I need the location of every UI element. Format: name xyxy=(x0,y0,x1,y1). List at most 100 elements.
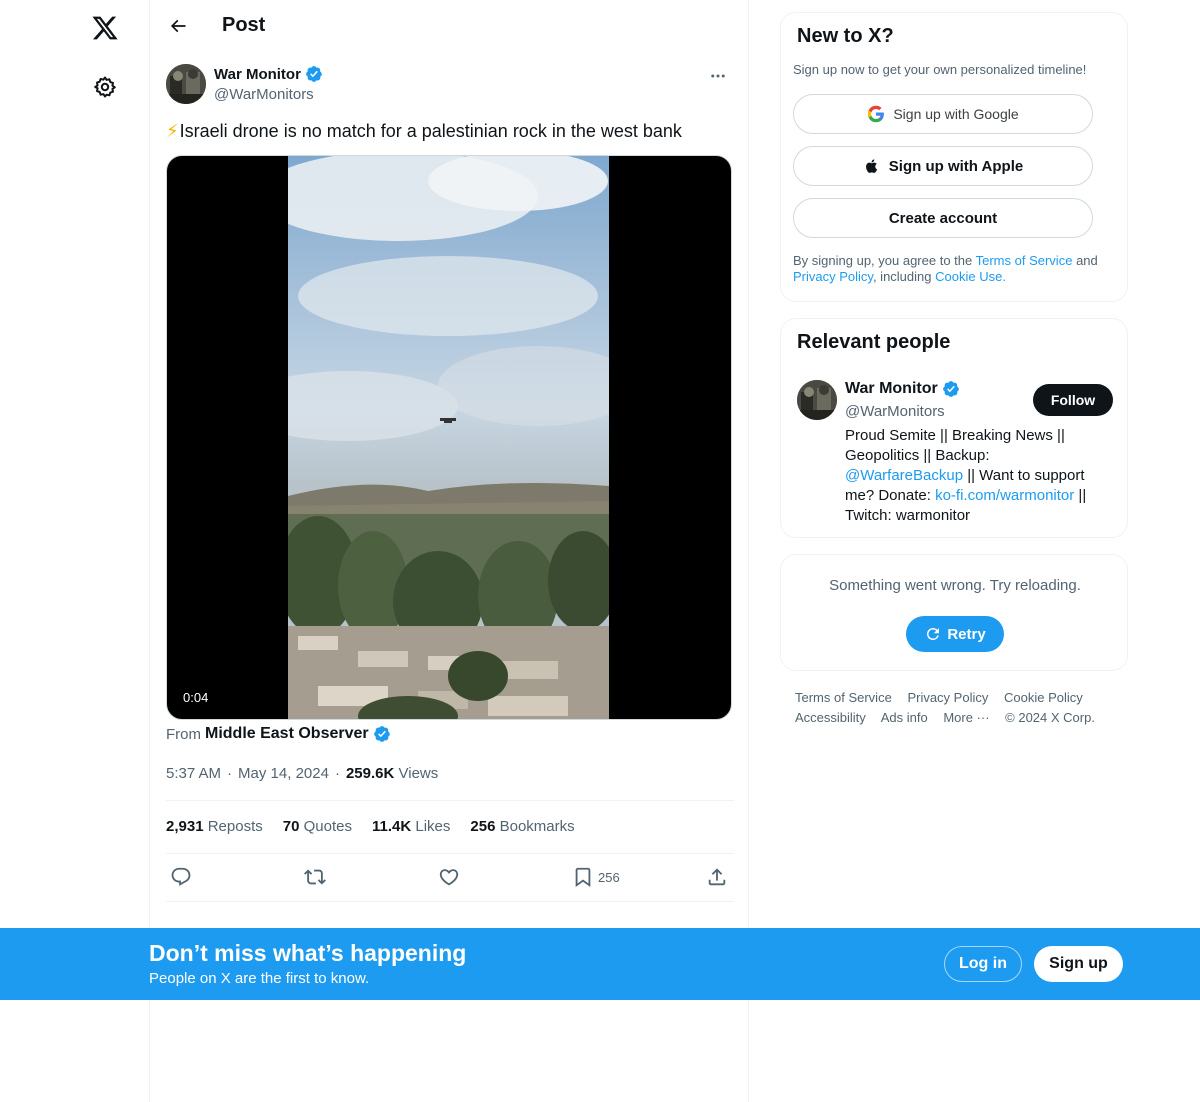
lightning-emoji: ⚡ xyxy=(166,121,179,141)
retry-button[interactable]: Retry xyxy=(906,616,1004,652)
privacy-link[interactable]: Privacy Policy xyxy=(793,269,873,284)
video-player[interactable]: 0:04 xyxy=(166,155,732,720)
repost-button[interactable] xyxy=(304,862,326,892)
more-button[interactable] xyxy=(702,64,734,88)
tweet-author: War Monitor @WarMonitors xyxy=(166,64,734,108)
reposts-stat[interactable]: 2,931 Reposts xyxy=(166,818,263,835)
signup-apple-button[interactable]: Sign up with Apple xyxy=(793,146,1093,186)
legal-and: and xyxy=(1076,253,1098,268)
footer-link-privacy[interactable]: Privacy Policy xyxy=(907,690,988,705)
footer-link-terms[interactable]: Terms of Service xyxy=(795,690,892,705)
quotes-count: 70 xyxy=(282,818,300,835)
reply-icon xyxy=(171,867,191,886)
legal-including: , including xyxy=(872,269,932,284)
like-button[interactable] xyxy=(438,862,460,892)
google-icon xyxy=(868,105,885,123)
relevant-person-bio: Proud Semite || Breaking News || Geopoli… xyxy=(845,426,1111,526)
tweet-time[interactable]: 5:37 AM xyxy=(166,765,221,782)
bookmarks-count: 256 xyxy=(470,818,496,835)
relevant-people-card: Relevant people War Monitor @WarMonitors… xyxy=(780,318,1128,538)
x-logo-icon[interactable] xyxy=(84,7,126,49)
divider xyxy=(166,800,734,801)
sidebar-footer: Terms of Service Privacy Policy Cookie P… xyxy=(795,688,1115,728)
back-arrow-icon xyxy=(170,19,186,33)
share-icon xyxy=(708,868,726,886)
tweet-actions: 256 xyxy=(166,862,734,892)
follow-button[interactable]: Follow xyxy=(1033,384,1113,416)
likes-stat[interactable]: 11.4K Likes xyxy=(372,818,450,835)
retry-icon xyxy=(927,628,940,640)
reply-button[interactable] xyxy=(170,862,192,892)
like-icon xyxy=(439,869,459,886)
footer-copyright: © 2024 X Corp. xyxy=(1005,710,1095,725)
repost-icon xyxy=(304,869,326,885)
author-name-text: War Monitor xyxy=(214,65,301,83)
bio-link-backup[interactable]: @WarfareBackup xyxy=(845,467,963,484)
trends-error-card: Something went wrong. Try reloading. Ret… xyxy=(780,554,1128,671)
apple-icon xyxy=(865,159,877,173)
create-account-label: Create account xyxy=(888,209,998,227)
signup-card-subtitle: Sign up now to get your own personalized… xyxy=(793,62,1087,77)
from-source-link[interactable]: Middle East Observer xyxy=(205,725,369,743)
verified-badge-icon xyxy=(305,65,323,83)
views-count: 259.6K xyxy=(345,765,395,782)
settings-icon[interactable] xyxy=(84,66,126,108)
bookmark-button[interactable]: 256 xyxy=(572,862,620,892)
banner-title: Don’t miss what’s happening xyxy=(149,940,467,966)
signup-google-label: Sign up with Google xyxy=(893,106,1019,122)
reposts-count: 2,931 xyxy=(166,818,204,835)
likes-count: 11.4K xyxy=(371,818,412,835)
relevant-person-name-text: War Monitor xyxy=(845,380,938,397)
meta-separator: · xyxy=(227,765,233,782)
engagement-stats: 2,931 Reposts 70 Quotes 11.4K Likes 256 … xyxy=(166,818,575,835)
login-banner: Don’t miss what’s happening People on X … xyxy=(0,928,1200,1000)
post-header: Post xyxy=(150,0,750,53)
signup-card: New to X? Sign up now to get your own pe… xyxy=(780,12,1128,302)
more-icon xyxy=(711,74,725,78)
bookmark-icon xyxy=(575,867,591,888)
footer-link-ads-info[interactable]: Ads info xyxy=(881,710,928,725)
cookie-link[interactable]: Cookie Use. xyxy=(935,269,1006,284)
tweet-date[interactable]: May 14, 2024 xyxy=(238,765,329,782)
signup-legal-text: By signing up, you agree to the Terms of… xyxy=(793,253,1113,285)
signup-button[interactable]: Sign up xyxy=(1034,946,1123,982)
tweet-text: ⚡ Israeli drone is no match for a palest… xyxy=(166,119,682,143)
share-button[interactable] xyxy=(706,862,728,892)
relevant-people-title: Relevant people xyxy=(797,331,951,353)
footer-link-more[interactable]: More ··· xyxy=(943,710,989,725)
bio-link-kofi[interactable]: ko-fi.com/warmonitor xyxy=(935,487,1074,504)
bookmarks-stat[interactable]: 256 Bookmarks xyxy=(470,818,574,835)
create-account-button[interactable]: Create account xyxy=(793,198,1093,238)
views-stat: 259.6K Views xyxy=(346,765,438,782)
avatar[interactable] xyxy=(797,380,837,420)
verified-badge-icon xyxy=(942,380,960,398)
verified-badge-icon xyxy=(373,725,391,743)
quotes-stat[interactable]: 70 Quotes xyxy=(283,818,352,835)
footer-link-cookie[interactable]: Cookie Policy xyxy=(1004,690,1083,705)
tweet-meta: 5:37 AM · May 14, 2024 · 259.6K Views xyxy=(166,765,438,782)
from-label: From xyxy=(166,725,201,743)
author-handle: @WarMonitors xyxy=(214,86,314,103)
terms-link[interactable]: Terms of Service xyxy=(976,253,1073,268)
author-name[interactable]: War Monitor xyxy=(214,65,323,83)
relevant-person-name[interactable]: War Monitor xyxy=(845,380,960,398)
retry-label: Retry xyxy=(947,625,986,643)
tweet-text-body: Israeli drone is no match for a palestin… xyxy=(179,121,682,141)
bio-text: Proud Semite || Breaking News || Geopoli… xyxy=(845,427,1065,464)
back-button[interactable] xyxy=(162,10,194,42)
likes-label: Likes xyxy=(415,818,451,835)
divider xyxy=(166,853,734,854)
page-title: Post xyxy=(222,14,266,36)
divider xyxy=(166,901,734,902)
video-duration: 0:04 xyxy=(183,690,209,705)
login-button[interactable]: Log in xyxy=(944,946,1022,982)
avatar[interactable] xyxy=(166,64,206,104)
legal-prefix: By signing up, you agree to the xyxy=(793,253,973,268)
bookmarks-label: Bookmarks xyxy=(499,818,575,835)
video-frame xyxy=(288,156,609,719)
signup-google-button[interactable]: Sign up with Google xyxy=(793,94,1093,134)
banner-subtitle: People on X are the first to know. xyxy=(149,970,370,987)
views-label: Views xyxy=(398,765,439,782)
footer-link-accessibility[interactable]: Accessibility xyxy=(795,710,866,725)
signup-apple-label: Sign up with Apple xyxy=(888,157,1024,175)
